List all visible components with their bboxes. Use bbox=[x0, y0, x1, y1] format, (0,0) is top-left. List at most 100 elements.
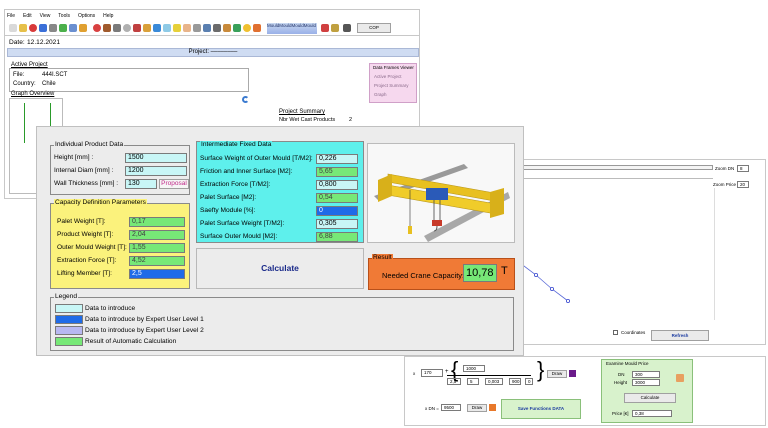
examine-height-field[interactable]: 3000 bbox=[632, 379, 660, 386]
palet-surface-weight-input[interactable]: 0,305 bbox=[316, 219, 358, 229]
outer-mould-weight-label: Outer Mould Weight [T]: bbox=[57, 244, 127, 251]
examine-height-label: Height bbox=[614, 380, 628, 385]
formula-field-3[interactable]: 2,5 bbox=[447, 378, 461, 385]
draw-button-2[interactable]: Draw bbox=[467, 404, 487, 412]
snow-icon[interactable] bbox=[163, 24, 171, 32]
friction-surface-label: Friction and Inner Surface [M2]: bbox=[200, 168, 293, 175]
truck-icon[interactable] bbox=[133, 24, 141, 32]
color-swatch-orange[interactable] bbox=[489, 404, 496, 411]
wall-thickness-input[interactable]: 130 bbox=[125, 179, 157, 189]
surface-weight-input[interactable]: 0,226 bbox=[316, 154, 358, 164]
frame-active-project[interactable]: Active Project bbox=[374, 74, 402, 79]
crane-icon[interactable] bbox=[79, 24, 87, 32]
hook-block bbox=[432, 220, 442, 226]
stamp-icon[interactable] bbox=[321, 24, 329, 32]
calculate-button[interactable]: Calculate bbox=[196, 248, 364, 289]
mould-icon[interactable] bbox=[103, 24, 111, 32]
refresh-icon[interactable] bbox=[242, 96, 249, 103]
formula-field-2[interactable]: 1000 bbox=[463, 365, 485, 372]
palet-surface-label: Palet Surface [M2]: bbox=[200, 194, 257, 201]
stack-icon[interactable] bbox=[223, 24, 231, 32]
extraction-force-field: 4,52 bbox=[129, 256, 185, 266]
legend-panel: Legend Data to introduce Data to introdu… bbox=[50, 293, 514, 351]
internal-diam-input[interactable]: 1200 bbox=[125, 166, 187, 176]
stop-icon[interactable] bbox=[29, 24, 37, 32]
bolt-icon[interactable] bbox=[173, 24, 181, 32]
examine-price-field[interactable]: 0,38 bbox=[632, 410, 672, 417]
save-icon[interactable] bbox=[39, 24, 47, 32]
examine-dn-field[interactable]: 300 bbox=[632, 371, 660, 378]
formula-field-5[interactable]: 0,003 bbox=[485, 378, 503, 385]
extraction-force-label: Extraction Force [T]: bbox=[57, 257, 117, 264]
frame-project-summary[interactable]: Project Summary bbox=[374, 83, 409, 88]
mixer-icon[interactable] bbox=[213, 24, 221, 32]
graph-header-line bbox=[515, 165, 713, 170]
curve-point bbox=[550, 286, 555, 291]
zoom-price-field[interactable]: 20 bbox=[737, 181, 749, 188]
hand-icon[interactable] bbox=[183, 24, 191, 32]
euro-icon[interactable] bbox=[93, 24, 101, 32]
formula-brace-right: } bbox=[537, 357, 545, 382]
country-label: Country: bbox=[13, 81, 36, 87]
save-functions-button[interactable]: Save Functions DATA bbox=[501, 399, 581, 419]
price-curve bbox=[518, 261, 571, 304]
curve-point bbox=[533, 272, 538, 277]
internal-diam-label: Internal Diam [mm] : bbox=[54, 167, 114, 174]
gear-icon[interactable] bbox=[123, 24, 131, 32]
proposal-button[interactable]: Proposal bbox=[159, 179, 189, 189]
print-icon[interactable] bbox=[49, 24, 57, 32]
new-icon[interactable] bbox=[9, 24, 17, 32]
formula-field-6[interactable]: 900 bbox=[509, 378, 521, 385]
box-icon[interactable] bbox=[143, 24, 151, 32]
legend-swatch-level2 bbox=[55, 326, 83, 335]
data-frames-viewer: Data Frames Viewer Active Project Projec… bbox=[369, 63, 417, 103]
color-swatch-purple[interactable] bbox=[569, 370, 576, 377]
needed-capacity-label: Needed Crane Capacity: bbox=[382, 271, 465, 280]
dn-field[interactable]: 9500 bbox=[441, 404, 461, 411]
table-icon[interactable] bbox=[69, 24, 77, 32]
formula-field-7[interactable]: 0 bbox=[525, 378, 533, 385]
legend-title: Legend bbox=[54, 293, 79, 300]
functions-window: x 170 + { 1000 2,5 5 0,003 900 0 } Draw … bbox=[404, 356, 766, 426]
extraction-force-m2-input[interactable]: 0,800 bbox=[316, 180, 358, 190]
zoom-dn-field[interactable]: 8 bbox=[737, 165, 749, 172]
flag-icon[interactable] bbox=[153, 24, 161, 32]
chart-icon[interactable] bbox=[59, 24, 67, 32]
safety-module-label: Saefty Module [%]: bbox=[200, 207, 256, 214]
lifting-member-input[interactable]: 2,5 bbox=[129, 269, 185, 279]
pipe-icon[interactable] bbox=[113, 24, 121, 32]
lock-icon[interactable] bbox=[331, 24, 339, 32]
star-icon[interactable] bbox=[253, 24, 261, 32]
result-title: Result bbox=[372, 254, 393, 261]
end-carriage bbox=[490, 188, 504, 218]
zoom-price-label: Zoom Price bbox=[713, 182, 737, 187]
camera-icon[interactable] bbox=[343, 24, 351, 32]
surface-outer-mould-label: Surface Outer Mould [M2]: bbox=[200, 233, 278, 240]
coordinates-checkbox[interactable] bbox=[613, 330, 618, 335]
open-icon[interactable] bbox=[19, 24, 27, 32]
needed-capacity-value: 10,78 bbox=[463, 264, 497, 282]
intermediate-title: Intermediate Fixed Data bbox=[200, 141, 273, 148]
refresh-button[interactable]: Refresh bbox=[651, 330, 709, 341]
curve-point bbox=[566, 299, 571, 304]
crane-capacity-dialog: Individual Product Data Height [mm] : 15… bbox=[36, 126, 524, 356]
draw-button-1[interactable]: Draw bbox=[547, 370, 567, 378]
frame-graph[interactable]: Graph bbox=[374, 92, 387, 97]
sun-icon[interactable] bbox=[243, 24, 251, 32]
palet-surface-weight-label: Palet Surface Weight [T/M2]: bbox=[200, 220, 285, 227]
tools-icon[interactable] bbox=[203, 24, 211, 32]
crane-image bbox=[367, 143, 515, 243]
formula-fraction-line bbox=[447, 375, 531, 376]
cop-button[interactable]: COP bbox=[357, 23, 391, 33]
formula-field-1[interactable]: 170 bbox=[421, 369, 443, 377]
tree-icon[interactable] bbox=[233, 24, 241, 32]
examine-calculate-button[interactable]: Calculate bbox=[624, 393, 676, 403]
fork-icon[interactable] bbox=[193, 24, 201, 32]
safety-module-input[interactable]: 0 bbox=[316, 206, 358, 216]
height-input[interactable]: 1500 bbox=[125, 153, 187, 163]
pendant-control bbox=[408, 226, 412, 234]
date-label: Date: bbox=[9, 39, 25, 46]
date-value: 12.12.2021 bbox=[27, 39, 61, 46]
legend-swatch-level1 bbox=[55, 315, 83, 324]
formula-field-4[interactable]: 5 bbox=[467, 378, 479, 385]
